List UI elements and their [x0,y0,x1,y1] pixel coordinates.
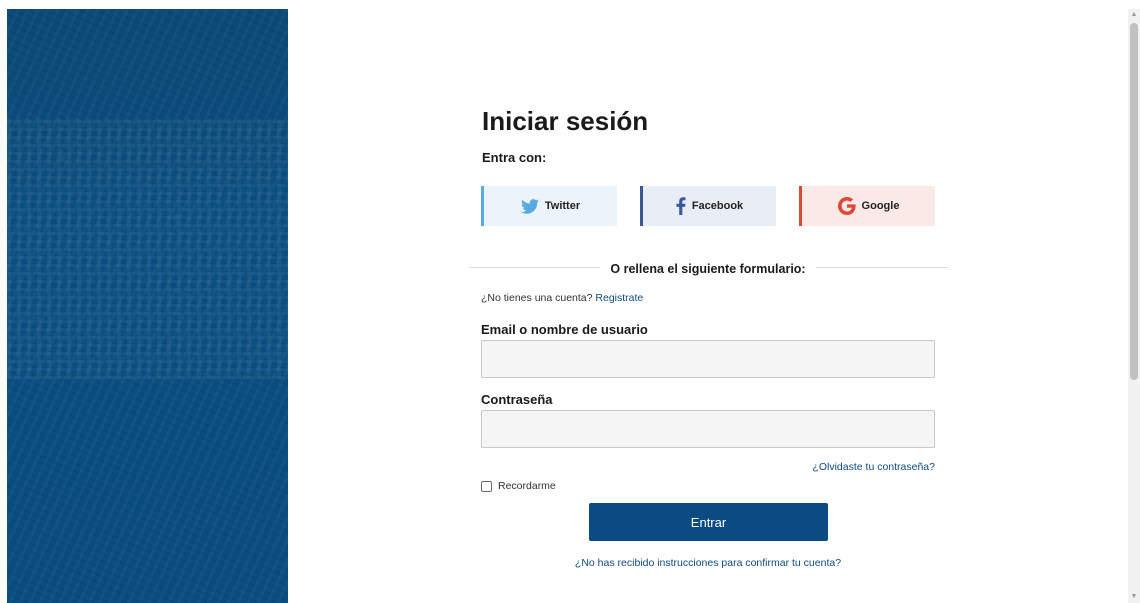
email-input[interactable] [481,340,935,378]
form-divider-text: O rellena el siguiente formulario: [600,262,816,276]
register-link[interactable]: Registrate [595,292,643,304]
submit-button[interactable]: Entrar [589,503,828,541]
scroll-down-icon[interactable]: ▼ [1128,591,1140,603]
google-label: Google [861,200,900,212]
login-main: Iniciar sesión Entra con: Twitter Facebo… [288,9,1128,603]
twitter-icon [520,198,539,214]
scroll-up-icon[interactable]: ▲ [1128,9,1140,21]
page-title: Iniciar sesión [482,106,649,136]
hero-image-panel [7,9,288,603]
register-prompt-text: ¿No tienes una cuenta? [481,292,593,304]
twitter-label: Twitter [544,200,581,212]
vertical-scrollbar[interactable]: ▲ ▼ [1128,9,1140,603]
email-label: Email o nombre de usuario [481,322,648,337]
facebook-login-button[interactable]: Facebook [640,186,776,226]
remember-me-label: Recordarme [498,480,556,492]
twitter-login-button[interactable]: Twitter [481,186,617,226]
google-icon [837,197,856,215]
facebook-icon [676,197,686,215]
scrollbar-thumb[interactable] [1130,23,1138,380]
password-label: Contraseña [481,392,553,407]
password-input[interactable] [481,410,935,448]
hero-image-crowd [7,119,288,379]
forgot-password-link[interactable]: ¿Olvidaste tu contraseña? [812,461,935,473]
enter-with-label: Entra con: [482,150,547,165]
confirm-account: ¿No has recibido instrucciones para conf… [288,557,1128,569]
form-divider: O rellena el siguiente formulario: [288,260,1128,278]
register-prompt: ¿No tienes una cuenta? Registrate [481,292,643,304]
google-login-button[interactable]: Google [799,186,935,226]
remember-me-checkbox[interactable] [481,480,492,492]
facebook-label: Facebook [691,200,744,212]
remember-me[interactable]: Recordarme [481,480,556,492]
resend-confirmation-link[interactable]: ¿No has recibido instrucciones para conf… [575,557,841,569]
